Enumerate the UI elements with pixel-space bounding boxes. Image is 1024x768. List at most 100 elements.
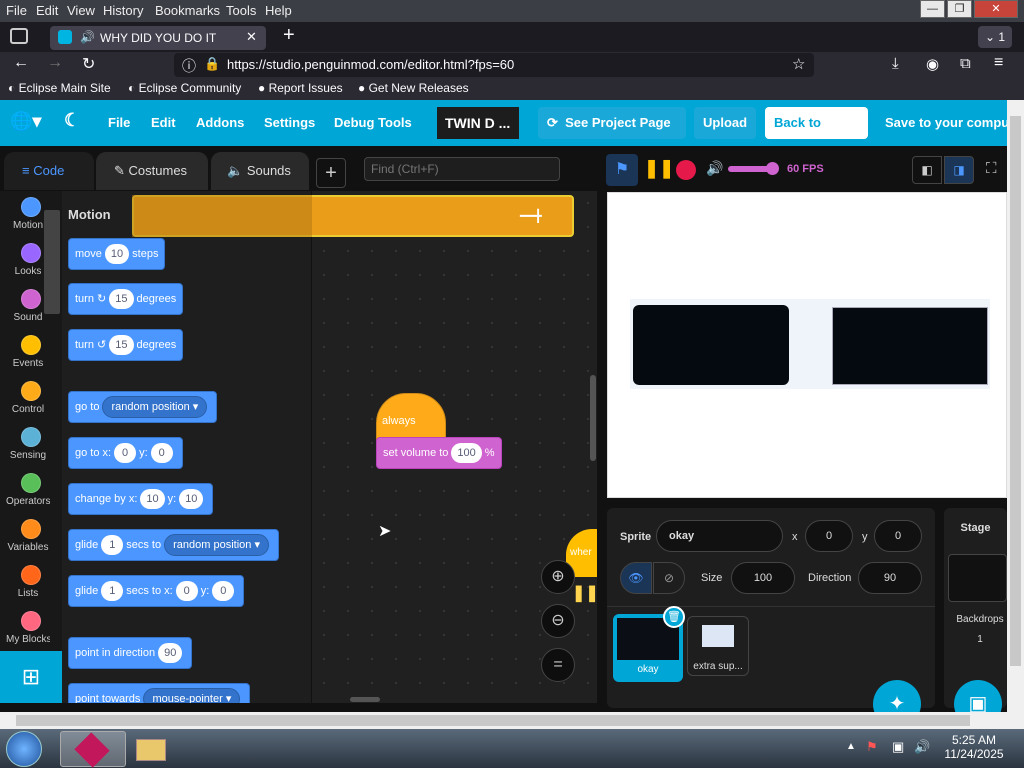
menu-help[interactable]: Help — [265, 3, 292, 18]
account-icon[interactable]: ◉ — [926, 55, 939, 73]
taskbar-explorer-app[interactable] — [134, 731, 170, 767]
menu-bookmarks[interactable]: Bookmarks — [155, 3, 220, 18]
maximize-button[interactable]: ❐ — [947, 0, 972, 18]
bookmark-new-releases[interactable]: ● Get New Releases — [358, 81, 469, 95]
find-input[interactable] — [364, 157, 560, 181]
menu-history[interactable]: History — [103, 3, 143, 18]
category-sensing[interactable]: Sensing — [0, 427, 62, 461]
bookmark-star-icon[interactable]: ☆ — [792, 55, 805, 73]
block-go-to[interactable]: go to random position ▾ — [68, 391, 218, 423]
tab-code[interactable]: ≡ Code — [4, 152, 94, 190]
menu-file[interactable]: File — [6, 3, 27, 18]
delete-sprite-button[interactable]: 🗑 — [663, 606, 685, 628]
theme-moon-icon[interactable]: ☾ — [64, 110, 80, 131]
menu-tools[interactable]: Tools — [226, 3, 256, 18]
sprite-x-input[interactable]: 0 — [805, 520, 853, 552]
bookmark-eclipse-community[interactable]: ◐ Eclipse Community — [128, 81, 241, 95]
direction-input[interactable]: 90 — [158, 643, 183, 664]
sprite-direction-input[interactable]: 90 — [858, 562, 922, 594]
show-sprite-button[interactable]: 👁 — [620, 562, 652, 594]
save-to-computer-button[interactable]: Save to your compute — [876, 107, 1007, 139]
tab-costumes[interactable]: ✎ Costumes — [96, 152, 208, 190]
back-button[interactable]: ← — [13, 54, 29, 72]
minimize-button[interactable]: — — [920, 0, 945, 18]
secs-input[interactable]: 1 — [101, 581, 124, 602]
zoom-out-button[interactable]: ⊖ — [541, 604, 575, 638]
x-input[interactable]: 0 — [175, 581, 198, 602]
y-input[interactable]: 0 — [212, 581, 235, 602]
app-menu-settings[interactable]: Settings — [264, 115, 315, 130]
menu-edit[interactable]: Edit — [36, 3, 58, 18]
block-go-to-xy[interactable]: go to x: 0 y: 0 — [68, 437, 183, 469]
start-button[interactable] — [6, 731, 42, 767]
url-bar[interactable]: ⓘ 🔒 https://studio.penguinmod.com/editor… — [174, 53, 814, 77]
towards-dropdown[interactable]: mouse-pointer ▾ — [143, 688, 241, 703]
reload-button[interactable]: ↻ — [82, 54, 95, 74]
volume-slider-thumb[interactable] — [766, 162, 779, 175]
extensions-icon[interactable]: ⧉ — [960, 55, 971, 72]
back-to-home-button[interactable]: Back to Home — [765, 107, 868, 162]
tab-sounds[interactable]: 🔈 Sounds — [211, 152, 309, 190]
hide-sprite-button[interactable]: ⊘ — [653, 562, 685, 594]
action-center-icon[interactable]: ⚑ — [866, 739, 878, 755]
url-text[interactable]: https://studio.penguinmod.com/editor.htm… — [227, 57, 514, 72]
volume-input[interactable]: 100 — [451, 443, 482, 464]
steps-input[interactable]: 10 — [104, 244, 130, 265]
script-workspace[interactable]: ━━╋ always set volume to 100% wher ❚❚ ⊕ ⊖… — [132, 191, 599, 703]
app-menu-file[interactable]: File — [108, 115, 130, 130]
set-volume-block[interactable]: set volume to 100% — [376, 437, 502, 469]
block-glide-xy[interactable]: glide 1 secs to x: 0 y: 0 — [68, 575, 245, 607]
horizontal-scroll-thumb[interactable] — [16, 715, 970, 726]
palette-scrollbar[interactable] — [44, 210, 60, 314]
comment-toggle-icon[interactable]: ━━╋ — [520, 209, 566, 223]
green-flag-button[interactable]: ⚑ — [606, 154, 638, 186]
close-window-button[interactable]: ✕ — [974, 0, 1018, 18]
degrees-input[interactable]: 15 — [109, 289, 134, 310]
small-stage-button[interactable]: ◧ — [912, 156, 942, 184]
y-input[interactable]: 0 — [150, 443, 173, 464]
sprite-size-input[interactable]: 100 — [731, 562, 795, 594]
degrees-input[interactable]: 15 — [109, 335, 134, 356]
block-glide-random[interactable]: glide 1 secs to random position ▾ — [68, 529, 279, 561]
block-turn-right[interactable]: turn ↻ 15 degrees — [68, 283, 184, 315]
downloads-icon[interactable]: ⤓ — [892, 55, 899, 72]
stage-target-panel[interactable]: Stage Backdrops 1 ▣ — [944, 508, 1007, 728]
active-tab[interactable]: 🔊 WHY DID YOU DO IT ✕ — [50, 26, 266, 50]
vertical-scroll-thumb[interactable] — [1010, 116, 1021, 666]
page-vertical-scrollbar[interactable] — [1007, 100, 1024, 712]
see-project-page-button[interactable]: ⟳ See Project Page — [538, 107, 686, 139]
upload-button[interactable]: Upload — [694, 107, 756, 139]
block-turn-left[interactable]: turn ↺ 15 degrees — [68, 329, 184, 361]
bookmark-eclipse-main[interactable]: ◐ Eclipse Main Site — [8, 81, 111, 95]
block-point-towards[interactable]: point towards mouse-pointer ▾ — [68, 683, 251, 703]
block-change-by-xy[interactable]: change by x: 10 y: 10 — [68, 483, 214, 515]
large-stage-button[interactable]: ◨ — [944, 156, 974, 184]
add-tab-button[interactable]: + — [316, 158, 346, 188]
page-horizontal-scrollbar[interactable] — [0, 712, 1024, 729]
stop-button[interactable] — [676, 160, 696, 180]
x-input[interactable]: 10 — [140, 489, 165, 510]
show-hidden-icons[interactable]: ▲ — [846, 741, 856, 752]
block-point-direction[interactable]: point in direction 90 — [68, 637, 193, 669]
menu-view[interactable]: View — [67, 3, 95, 18]
secs-input[interactable]: 1 — [101, 535, 124, 556]
workspace-horizontal-scrollbar[interactable] — [350, 697, 380, 702]
tab-overview-icon[interactable] — [10, 28, 28, 44]
workspace-vertical-scrollbar[interactable] — [590, 375, 596, 461]
fullscreen-button[interactable]: ⛶ — [986, 160, 997, 177]
forward-button[interactable]: → — [47, 54, 63, 72]
add-extension-button[interactable]: ⊞ — [0, 651, 62, 703]
volume-tray-icon[interactable]: 🔊 — [914, 739, 930, 755]
new-tab-button[interactable]: + — [283, 24, 295, 47]
category-my-blocks[interactable]: My Blocks — [0, 611, 62, 645]
sprite-thumb-extra[interactable]: extra sup... — [687, 616, 749, 676]
stage-canvas[interactable] — [607, 192, 1007, 498]
volume-icon[interactable]: 🔊 — [706, 160, 723, 177]
category-lists[interactable]: Lists — [0, 565, 62, 599]
x-input[interactable]: 0 — [114, 443, 137, 464]
sprite-y-input[interactable]: 0 — [874, 520, 922, 552]
app-menu-addons[interactable]: Addons — [196, 115, 244, 130]
glide-dropdown[interactable]: random position ▾ — [164, 534, 269, 557]
stage-thumbnail[interactable] — [948, 554, 1007, 602]
taskbar-penguinmod-app[interactable] — [60, 731, 126, 768]
